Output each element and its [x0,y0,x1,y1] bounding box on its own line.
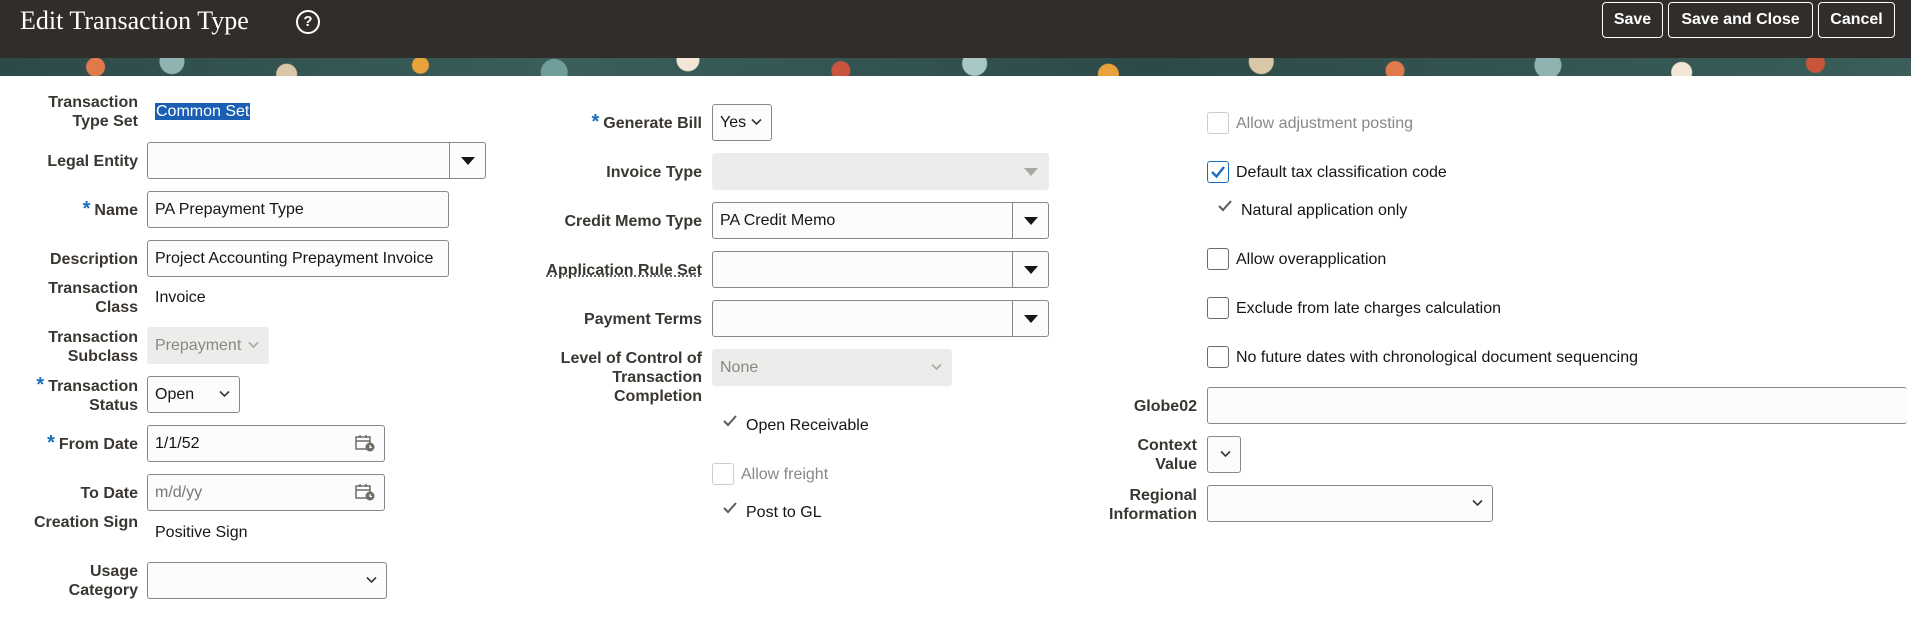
decorative-banner [0,58,1911,76]
generate-bill-label-text: Generate Bill [603,115,702,132]
transaction-status-value: Open [155,386,195,403]
chevron-down-icon [751,118,762,126]
checkmark-icon[interactable] [1218,200,1232,212]
save-and-close-button[interactable]: Save and Close [1668,2,1813,38]
name-label-text: Name [94,202,138,219]
page-title: Edit Transaction Type [20,6,249,35]
transaction-subclass-value: Prepayment [155,337,242,354]
globe02-input[interactable] [1207,387,1907,424]
name-label: * Name [30,198,138,220]
credit-memo-type-value: PA Credit Memo [720,212,836,229]
dropdown-arrow-icon[interactable] [449,143,485,178]
context-value-select[interactable] [1207,436,1241,473]
dropdown-arrow-icon[interactable] [1012,301,1048,336]
invoice-type-select [712,153,1049,190]
regional-information-select[interactable] [1207,485,1493,522]
payment-terms-label: Payment Terms [584,311,702,328]
transaction-status-label: * Transaction Status [30,374,138,415]
chevron-down-icon [366,576,377,584]
usage-category-label: Usage Category [68,563,138,599]
creation-sign-value: Positive Sign [155,524,248,541]
allow-freight-checkbox [712,463,734,485]
level-of-control-label: Level of Control of Transaction Completi… [560,350,702,405]
required-asterisk: * [36,374,45,396]
chevron-down-icon [219,390,230,398]
transaction-status-select[interactable]: Open [147,376,240,413]
allow-freight-label: Allow freight [741,466,829,483]
transaction-status-label-text: Transaction Status [48,378,138,414]
from-date-value: 1/1/52 [155,435,200,452]
checkmark-icon[interactable] [723,415,737,427]
natural-application-only-label: Natural application only [1241,202,1408,219]
transaction-subclass-select: Prepayment [147,327,269,364]
from-date-label-text: From Date [58,436,138,453]
open-receivable-label: Open Receivable [746,417,869,434]
transaction-class-label: Transaction Class [48,280,138,316]
checkmark-icon [1211,166,1225,179]
allow-adjustment-posting-checkbox [1207,112,1229,134]
post-to-gl-label: Post to GL [746,504,822,521]
credit-memo-type-label: Credit Memo Type [564,213,703,230]
from-date-input[interactable]: 1/1/52 [147,425,385,462]
generate-bill-select[interactable]: Yes [712,104,772,141]
help-circle-icon[interactable]: ? [296,10,320,34]
legal-entity-label: Legal Entity [47,153,138,170]
allow-adjustment-posting-label: Allow adjustment posting [1236,115,1413,132]
chevron-down-icon [1220,450,1231,458]
required-asterisk: * [591,111,600,133]
generate-bill-value: Yes [720,114,747,131]
payment-terms-select[interactable] [712,300,1049,337]
creation-sign-label: Creation Sign [33,514,138,531]
legal-entity-select[interactable] [147,142,486,179]
description-input[interactable]: Project Accounting Prepayment Invoice [147,240,449,277]
chevron-down-icon [248,341,259,349]
calendar-icon[interactable] [355,434,375,452]
cancel-button[interactable]: Cancel [1818,2,1895,38]
exclude-late-charges-checkbox[interactable] [1207,297,1229,319]
dropdown-arrow-icon [1012,154,1048,189]
transaction-type-set-text: Common Set [155,103,251,120]
default-tax-classification-checkbox[interactable] [1207,161,1229,183]
transaction-type-set-value: Common Set [155,102,251,121]
allow-overapplication-checkbox[interactable] [1207,248,1229,270]
context-value-label: Context Value [1137,437,1197,473]
from-date-label: * From Date [30,432,138,454]
calendar-icon[interactable] [355,483,375,501]
level-of-control-value: None [720,359,759,376]
to-date-placeholder: m/d/yy [155,484,203,501]
no-future-dates-checkbox[interactable] [1207,346,1229,368]
chevron-down-icon [931,363,942,371]
allow-overapplication-label: Allow overapplication [1236,251,1387,268]
required-asterisk: * [47,432,55,454]
exclude-late-charges-label: Exclude from late charges calculation [1236,300,1502,317]
usage-category-select[interactable] [147,562,387,599]
application-rule-set-label[interactable]: Application Rule Set [500,261,702,280]
credit-memo-type-select[interactable]: PA Credit Memo [712,202,1049,239]
globe02-label: Globe02 [1133,398,1197,415]
to-date-label: To Date [80,485,138,502]
page-header: Edit Transaction Type ? Save Save and Cl… [0,0,1911,58]
no-future-dates-label: No future dates with chronological docum… [1236,349,1639,366]
application-rule-set-select[interactable] [712,251,1049,288]
name-input[interactable]: PA Prepayment Type [147,191,449,228]
generate-bill-label: * Generate Bill [540,111,703,133]
transaction-subclass-label: Transaction Subclass [48,329,138,365]
regional-information-label: Regional Information [1109,487,1197,523]
required-asterisk: * [82,198,91,220]
dropdown-arrow-icon[interactable] [1012,252,1048,287]
save-button[interactable]: Save [1602,2,1663,38]
default-tax-classification-label: Default tax classification code [1236,164,1447,181]
invoice-type-label: Invoice Type [606,164,702,181]
chevron-down-icon [1472,499,1483,507]
description-label: Description [49,251,138,268]
to-date-input[interactable]: m/d/yy [147,474,385,511]
dropdown-arrow-icon[interactable] [1012,203,1048,238]
level-of-control-select: None [712,349,952,386]
checkmark-icon[interactable] [723,502,737,514]
transaction-class-value: Invoice [155,289,206,306]
transaction-type-set-label: Transaction Type Set [48,94,138,130]
